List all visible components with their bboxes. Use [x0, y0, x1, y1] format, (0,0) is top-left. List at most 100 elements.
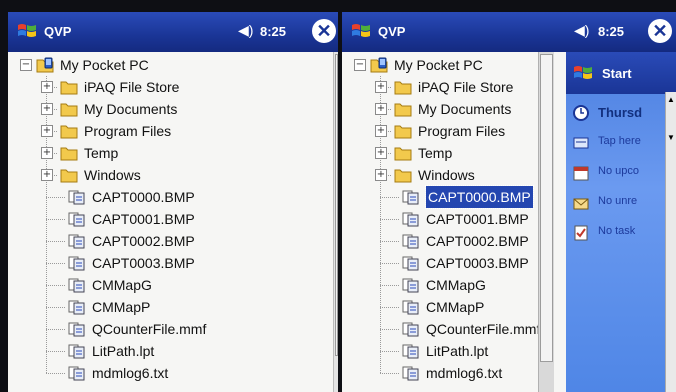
today-screen: Start Thursd Tap here No upco No unre No… [566, 52, 676, 392]
expand-toggle-icon[interactable]: + [41, 81, 53, 93]
file-icon [68, 255, 86, 271]
file-icon [68, 233, 86, 249]
tree-folder-node[interactable]: + Program Files [8, 120, 308, 142]
tree-folder-node[interactable]: + My Documents [8, 98, 308, 120]
tree-file-node[interactable]: CMMapP [8, 296, 308, 318]
envelope-icon [572, 194, 590, 212]
clock-time[interactable]: 8:25 [598, 24, 624, 39]
tree-file-node[interactable]: QCounterFile.mmf [8, 318, 308, 340]
tree-folder-node[interactable]: + Windows [8, 164, 308, 186]
tree-file-node[interactable]: CAPT0001.BMP [8, 208, 308, 230]
clock-icon [572, 104, 590, 122]
clock-time[interactable]: 8:25 [260, 24, 286, 39]
expand-toggle-icon[interactable]: + [41, 147, 53, 159]
expand-toggle-icon[interactable]: + [41, 103, 53, 115]
folder-icon [60, 167, 78, 183]
tree-file-node[interactable]: CAPT0000.BMP [8, 186, 308, 208]
tree-guide-line [380, 351, 400, 352]
tree-guide-line [46, 285, 66, 286]
close-button[interactable]: ✕ [648, 19, 672, 43]
today-tasks-row[interactable]: No task [566, 218, 676, 248]
windows-start-icon[interactable] [572, 62, 594, 84]
tree-guide-line [46, 373, 66, 374]
file-icon [402, 189, 420, 205]
tree-node-label: QCounterFile.mmf [426, 321, 541, 337]
folder-icon [60, 145, 78, 161]
tree-file-node[interactable]: CAPT0003.BMP [8, 252, 308, 274]
file-icon [68, 299, 86, 315]
tree-file-node[interactable]: CAPT0002.BMP [8, 230, 308, 252]
tree-node-label: mdmlog6.txt [426, 365, 503, 381]
file-icon [402, 299, 420, 315]
tree-guide-line [46, 329, 66, 330]
tree-node-label: Program Files [418, 123, 506, 139]
expand-toggle-icon[interactable]: + [41, 169, 53, 181]
expand-toggle-icon[interactable]: + [375, 103, 387, 115]
today-title-bar: Start [566, 52, 676, 94]
tree-guide-line [46, 351, 66, 352]
tree-guide-line [46, 307, 66, 308]
tree-node-label: iPAQ File Store [418, 79, 514, 95]
collapse-toggle-icon[interactable]: − [20, 59, 32, 71]
collapse-toggle-icon[interactable]: − [354, 59, 366, 71]
file-icon [402, 233, 420, 249]
tasks-icon [572, 224, 590, 242]
expand-toggle-icon[interactable]: + [375, 125, 387, 137]
tree-node-label: Program Files [84, 123, 172, 139]
tree-folder-node[interactable]: + Temp [8, 142, 308, 164]
windows-start-icon[interactable] [16, 20, 38, 42]
calendar-icon [572, 164, 590, 182]
tree-file-node[interactable]: mdmlog6.txt [8, 362, 308, 384]
tree-file-node[interactable]: LitPath.lpt [8, 340, 308, 362]
scrollbar-thumb[interactable] [540, 54, 553, 362]
expand-toggle-icon[interactable]: + [375, 81, 387, 93]
folder-icon [60, 79, 78, 95]
tree-guide-line [46, 263, 66, 264]
tree-node-label: My Documents [84, 101, 178, 117]
expand-toggle-icon[interactable]: + [41, 125, 53, 137]
tree-guide-line [380, 263, 400, 264]
file-icon [68, 343, 86, 359]
file-icon [68, 211, 86, 227]
tree-folder-node[interactable]: + iPAQ File Store [8, 76, 308, 98]
folder-icon [394, 79, 412, 95]
today-date: Thursd [598, 105, 643, 120]
tree-node-label: CMMapP [426, 299, 485, 315]
folder-icon [394, 167, 412, 183]
speaker-icon[interactable]: ◀︎) [238, 22, 253, 39]
tree-node-label: CAPT0002.BMP [426, 233, 529, 249]
today-item: No upco [598, 165, 639, 177]
tree-node-label: CAPT0003.BMP [426, 255, 529, 271]
today-owner-row[interactable]: Tap here [566, 128, 676, 158]
folder-icon [60, 101, 78, 117]
tree-node-label: Windows [418, 167, 475, 183]
tree-guide-line [46, 241, 66, 242]
tree-root-node[interactable]: − My Pocket PC [8, 54, 308, 76]
tree-node-label: CAPT0000.BMP [92, 189, 195, 205]
start-label[interactable]: Start [602, 66, 632, 81]
file-icon [402, 321, 420, 337]
today-scrollbar[interactable]: ▲ ▼ [665, 92, 676, 392]
today-item: No unre [598, 195, 638, 207]
tree-node-label: CMMapG [426, 277, 486, 293]
scroll-up-icon[interactable]: ▲ [666, 94, 676, 106]
right-title-bar: QVP ◀︎) 8:25 ✕ [342, 12, 676, 52]
scrollbar-thumb[interactable] [335, 54, 338, 356]
tree-file-node[interactable]: CMMapG [8, 274, 308, 296]
windows-start-icon[interactable] [350, 20, 372, 42]
left-scrollbar[interactable] [333, 52, 338, 392]
today-appointments-row[interactable]: No upco [566, 158, 676, 188]
close-button[interactable]: ✕ [312, 19, 336, 43]
screenshot-stage: QVP ◀︎) 8:25 ✕ − My Pocket PC + iPAQ File S… [0, 0, 676, 392]
today-item: Tap here [598, 135, 641, 147]
tree-node-label: CMMapG [92, 277, 152, 293]
scroll-down-icon[interactable]: ▼ [666, 132, 676, 144]
today-date-row[interactable]: Thursd [566, 98, 676, 128]
expand-toggle-icon[interactable]: + [375, 169, 387, 181]
tree-guide-line [380, 219, 400, 220]
speaker-icon[interactable]: ◀︎) [574, 22, 589, 39]
right-tree-scrollbar[interactable] [538, 52, 554, 392]
today-messages-row[interactable]: No unre [566, 188, 676, 218]
tree-guide-line [380, 373, 400, 374]
expand-toggle-icon[interactable]: + [375, 147, 387, 159]
